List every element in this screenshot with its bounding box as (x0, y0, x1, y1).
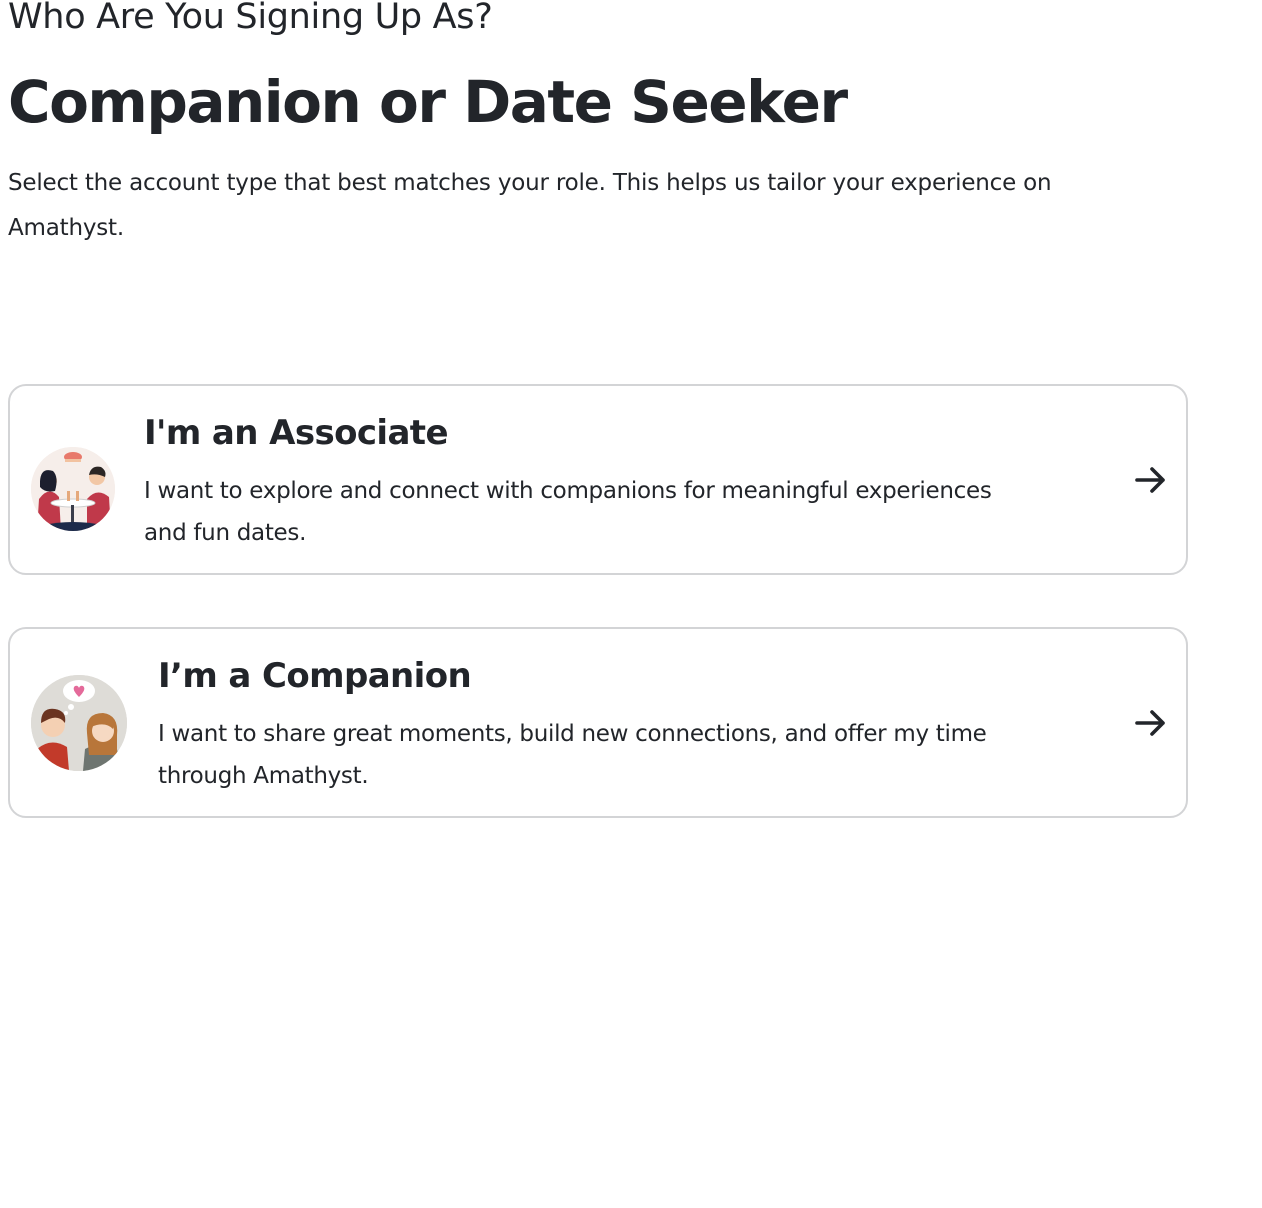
associate-option-card[interactable]: I'm an Associate I want to explore and c… (8, 384, 1188, 575)
companion-option-title: I’m a Companion (158, 656, 472, 696)
arrow-right-icon[interactable] (1134, 707, 1168, 739)
page-title: Companion or Date Seeker (8, 68, 848, 136)
couple-heart-thought-illustration (31, 675, 127, 771)
associate-option-description: I want to explore and connect with compa… (144, 478, 992, 546)
signup-role-page: Who Are You Signing Up As? Companion or … (0, 0, 1262, 1208)
page-subtitle: Select the account type that best matche… (8, 170, 1052, 241)
page-eyebrow: Who Are You Signing Up As? (8, 0, 493, 37)
companion-option-card[interactable]: I’m a Companion I want to share great mo… (8, 627, 1188, 818)
couple-dining-illustration (31, 447, 115, 531)
associate-option-title: I'm an Associate (144, 413, 449, 453)
companion-option-description: I want to share great moments, build new… (158, 721, 987, 789)
arrow-right-icon[interactable] (1134, 464, 1168, 496)
